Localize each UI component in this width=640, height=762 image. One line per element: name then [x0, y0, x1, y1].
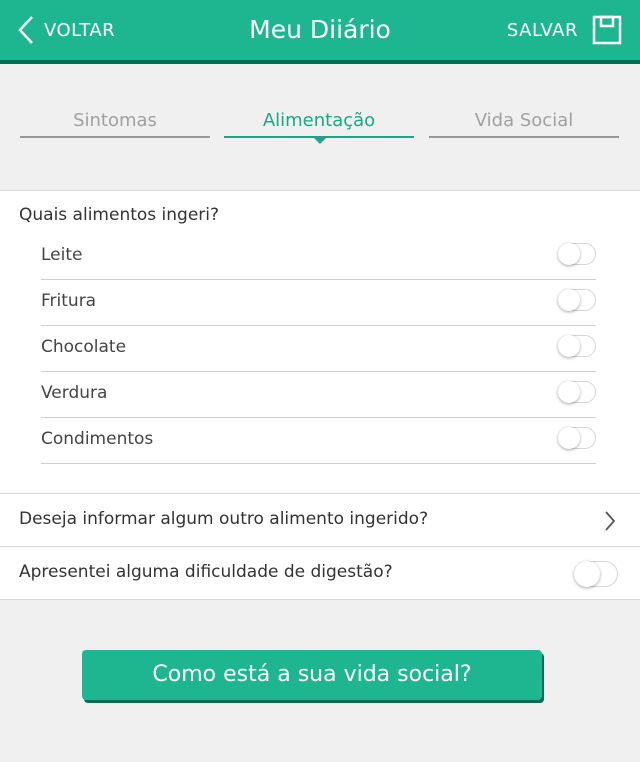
toggle-knob	[558, 381, 580, 403]
chevron-right-icon	[605, 511, 616, 531]
other-food-label: Deseja informar algum outro alimento ing…	[19, 509, 429, 529]
save-label: SALVAR	[506, 19, 578, 41]
digestion-toggle[interactable]	[574, 561, 618, 587]
food-item: Chocolate	[41, 325, 596, 372]
food-item: Condimentos	[41, 417, 596, 464]
tab-alimentacao[interactable]: Alimentação	[224, 110, 414, 138]
food-toggle[interactable]	[558, 381, 596, 403]
food-section: Quais alimentos ingeri? Leite Fritura Ch…	[0, 191, 640, 494]
food-toggle[interactable]	[558, 335, 596, 357]
food-item: Fritura	[41, 279, 596, 326]
food-item-label: Leite	[41, 245, 83, 265]
food-question: Quais alimentos ingeri?	[19, 205, 220, 225]
save-button[interactable]: SALVAR	[507, 12, 622, 48]
food-toggle[interactable]	[558, 243, 596, 265]
toggle-knob	[558, 243, 580, 265]
other-food-row[interactable]: Deseja informar algum outro alimento ing…	[0, 494, 640, 547]
tab-bar: Sintomas Alimentação Vida Social	[0, 64, 640, 191]
toggle-knob	[558, 335, 580, 357]
social-life-button[interactable]: Como está a sua vida social?	[82, 650, 542, 700]
food-item-label: Condimentos	[41, 429, 154, 449]
food-item: Verdura	[41, 371, 596, 418]
toggle-knob	[558, 427, 580, 449]
food-item: Leite	[41, 233, 596, 280]
food-item-label: Verdura	[41, 383, 108, 403]
food-item-label: Chocolate	[41, 337, 127, 357]
digestion-label: Apresentei alguma dificuldade de digestã…	[19, 562, 393, 582]
save-icon	[592, 15, 622, 45]
app-header: VOLTAR Meu Diiário SALVAR	[0, 0, 640, 64]
food-toggle[interactable]	[558, 289, 596, 311]
active-tab-indicator	[312, 136, 328, 144]
toggle-knob	[558, 289, 580, 311]
tab-vida-social[interactable]: Vida Social	[429, 110, 619, 138]
food-item-label: Fritura	[41, 291, 97, 311]
food-toggle[interactable]	[558, 427, 596, 449]
toggle-knob	[574, 561, 600, 587]
digestion-row: Apresentei alguma dificuldade de digestã…	[0, 547, 640, 600]
tab-sintomas[interactable]: Sintomas	[20, 110, 210, 138]
